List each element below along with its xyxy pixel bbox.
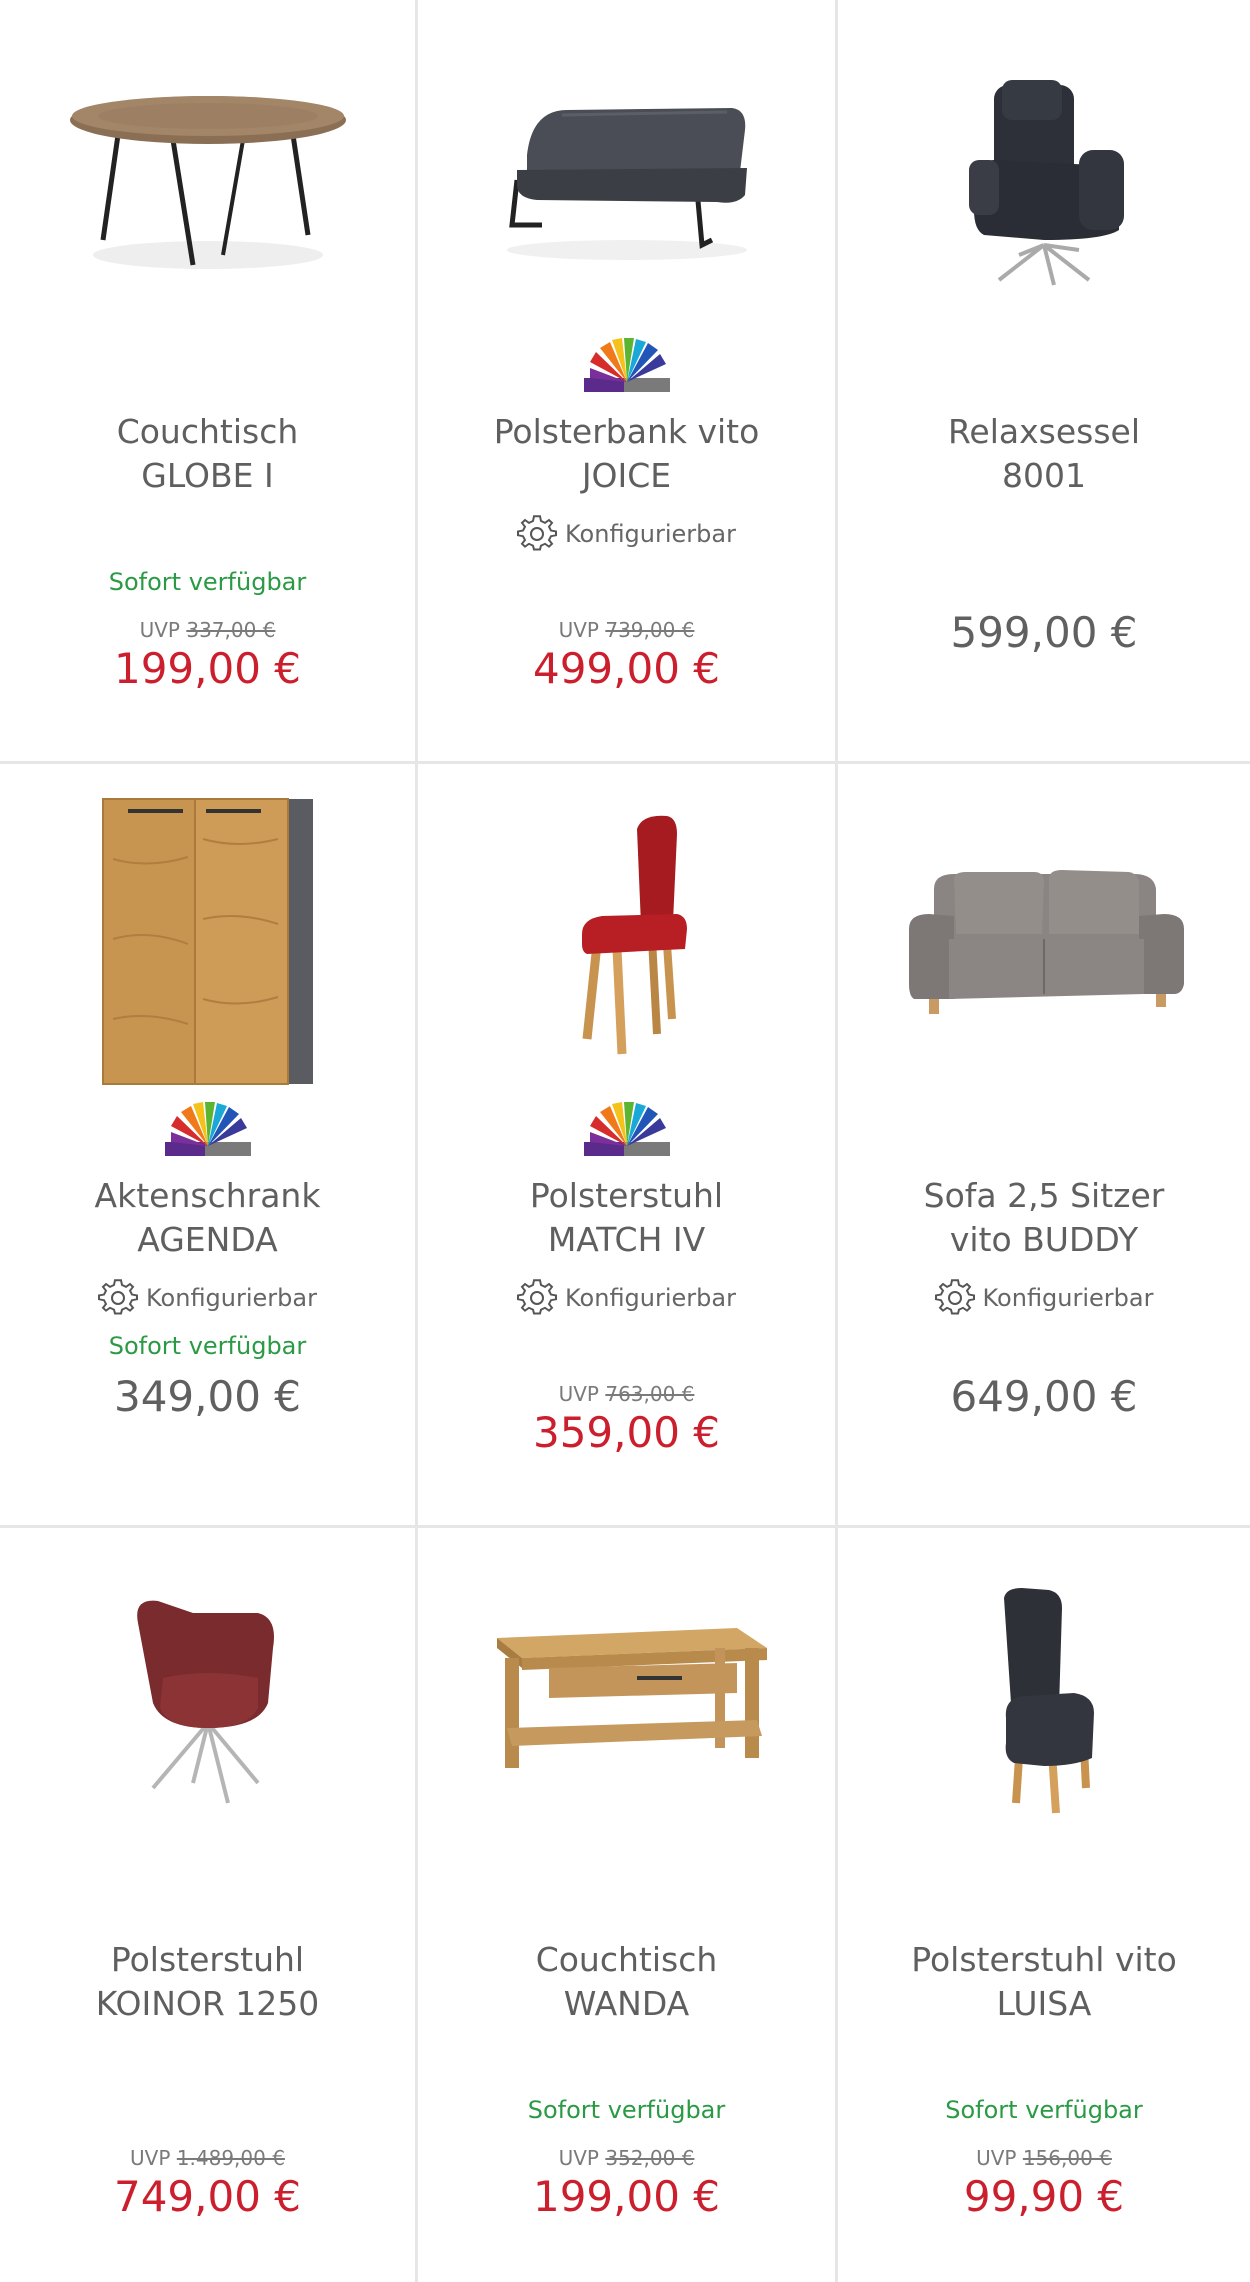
- upholstered-bench-image: [506, 108, 747, 260]
- product-card-buddy[interactable]: Sofa 2,5 Sitzer vito BUDDY Konfigurierba…: [838, 764, 1250, 1528]
- configurable-label: Konfigurierbar: [418, 1278, 835, 1318]
- gear-icon: [517, 1279, 557, 1315]
- color-choice-badge: [583, 338, 670, 392]
- sale-price: 99,90 €: [963, 2172, 1125, 2221]
- product-card-wanda[interactable]: Couchtisch WANDA Sofort verfügbar UVP 35…: [418, 1528, 838, 2282]
- regular-price: 649,00 €: [950, 1372, 1138, 1421]
- availability-label: Sofort verfügbar: [527, 2096, 726, 2124]
- wooden-coffee-table-image: [496, 1628, 767, 1768]
- product-card-8001[interactable]: Relaxsessel 8001 599,00 €: [838, 0, 1250, 764]
- sale-price: 199,00 €: [532, 2172, 721, 2221]
- uvp-price: UVP 337,00 €: [139, 618, 276, 642]
- product-image[interactable]: [0, 20, 415, 320]
- product-card-globe[interactable]: Couchtisch GLOBE I Sofort verfügbar UVP …: [0, 0, 418, 764]
- sale-price: 359,00 €: [532, 1408, 721, 1457]
- color-choice-badge: [164, 1102, 251, 1156]
- product-card-joice[interactable]: Polsterbank vito JOICE Konfigurierbar UV…: [418, 0, 838, 764]
- product-title[interactable]: Polsterstuhl MATCH IV: [428, 1174, 825, 1262]
- sale-price: 749,00 €: [113, 2172, 302, 2221]
- color-choice-badge: [583, 1102, 670, 1156]
- red-dining-chair-image: [581, 815, 687, 1055]
- product-title[interactable]: Relaxsessel 8001: [848, 410, 1240, 498]
- product-title[interactable]: Polsterstuhl KOINOR 1250: [10, 1938, 405, 2026]
- gear-icon: [98, 1279, 138, 1315]
- product-title[interactable]: Sofa 2,5 Sitzer vito BUDDY: [848, 1174, 1240, 1262]
- configurable-label: Konfigurierbar: [418, 514, 835, 554]
- sale-price: 199,00 €: [113, 644, 302, 693]
- round-coffee-table-image: [69, 96, 346, 269]
- regular-price: 349,00 €: [113, 1372, 302, 1421]
- uvp-price: UVP 156,00 €: [976, 2146, 1112, 2170]
- recliner-armchair-image: [969, 80, 1124, 286]
- grey-sofa-image: [909, 870, 1184, 1014]
- uvp-price: UVP 739,00 €: [558, 618, 695, 642]
- gear-icon: [517, 515, 557, 551]
- product-image[interactable]: [418, 20, 835, 320]
- sale-price: 499,00 €: [532, 644, 721, 693]
- product-image[interactable]: [418, 784, 835, 1084]
- uvp-price: UVP 1.489,00 €: [130, 2146, 285, 2170]
- uvp-price: UVP 763,00 €: [558, 1382, 695, 1406]
- product-image[interactable]: [838, 1548, 1250, 1848]
- product-card-match-iv[interactable]: Polsterstuhl MATCH IV Konfigurierbar UVP…: [418, 764, 838, 1528]
- file-cabinet-image: [101, 798, 313, 1085]
- product-image[interactable]: [0, 764, 415, 1104]
- product-title[interactable]: Couchtisch WANDA: [428, 1938, 825, 2026]
- regular-price: 599,00 €: [950, 608, 1138, 657]
- uvp-price: UVP 352,00 €: [558, 2146, 695, 2170]
- leather-swivel-chair-image: [136, 1600, 274, 1804]
- configurable-label: Konfigurierbar: [0, 1278, 415, 1318]
- product-title[interactable]: Polsterstuhl vito LUISA: [848, 1938, 1240, 2026]
- product-grid: Couchtisch GLOBE I Sofort verfügbar UVP …: [0, 0, 1250, 2282]
- availability-label: Sofort verfügbar: [945, 2096, 1143, 2124]
- product-title[interactable]: Aktenschrank AGENDA: [10, 1174, 405, 1262]
- product-title[interactable]: Polsterbank vito JOICE: [428, 410, 825, 498]
- high-back-chair-image: [1004, 1588, 1094, 1814]
- product-card-agenda[interactable]: Aktenschrank AGENDA Konfigurierbar Sofor…: [0, 764, 418, 1528]
- product-card-koinor[interactable]: Polsterstuhl KOINOR 1250 UVP 1.489,00 € …: [0, 1528, 418, 2282]
- product-image[interactable]: [418, 1548, 835, 1848]
- gear-icon: [934, 1279, 975, 1315]
- availability-label: Sofort verfügbar: [108, 1332, 307, 1360]
- product-image[interactable]: [0, 1548, 415, 1848]
- product-image[interactable]: [838, 784, 1250, 1084]
- configurable-label: Konfigurierbar: [838, 1278, 1250, 1318]
- product-title[interactable]: Couchtisch GLOBE I: [10, 410, 405, 498]
- product-card-luisa[interactable]: Polsterstuhl vito LUISA Sofort verfügbar…: [838, 1528, 1250, 2282]
- availability-label: Sofort verfügbar: [108, 568, 307, 596]
- product-image[interactable]: [838, 20, 1250, 320]
